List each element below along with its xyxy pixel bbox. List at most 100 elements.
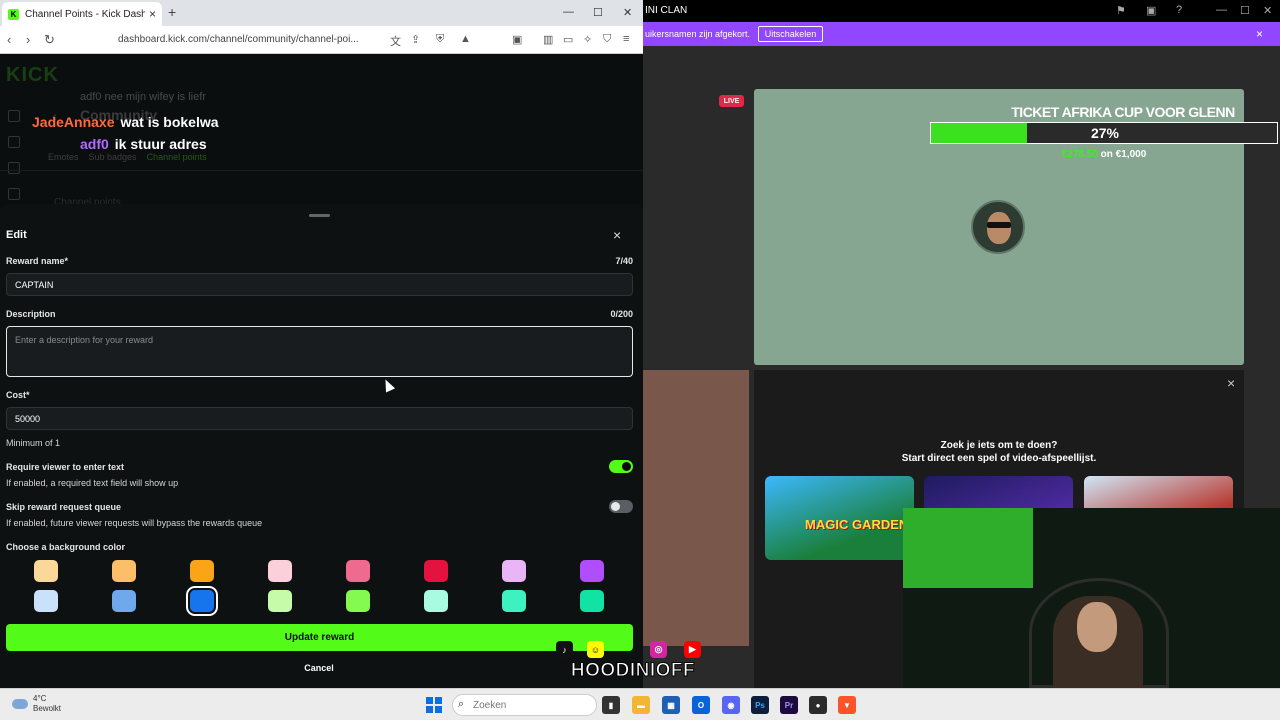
search-icon: ⌕ — [458, 698, 465, 710]
color-swatch[interactable] — [346, 590, 370, 612]
cancel-button[interactable]: Cancel — [280, 660, 358, 676]
windows-start-icon[interactable] — [426, 697, 442, 713]
extension-icon[interactable]: ▣ — [512, 33, 522, 46]
streamer — [1053, 596, 1143, 688]
discord-icon[interactable]: ◉ — [722, 696, 740, 714]
chat-username: adf0 — [80, 136, 109, 152]
share-icon[interactable]: ⇪ — [411, 33, 420, 46]
side-panel — [643, 370, 749, 646]
social-overlay: ♪ ☺ ◎ ▶ HOODINIOFF — [553, 640, 713, 686]
sidebar-trophy-icon[interactable] — [8, 162, 20, 174]
tab-close-icon[interactable]: × — [149, 7, 156, 21]
back-icon[interactable]: ‹ — [7, 32, 11, 47]
color-swatch[interactable] — [268, 560, 292, 582]
color-swatch[interactable] — [346, 560, 370, 582]
close-icon[interactable]: × — [1227, 375, 1235, 391]
weather-widget[interactable]: 4°C Bewolkt — [12, 694, 61, 714]
maximize-icon[interactable]: ☐ — [1240, 4, 1250, 17]
maximize-icon[interactable]: ☐ — [593, 6, 603, 19]
brave-shield-icon[interactable]: ⛨ — [436, 33, 444, 46]
reward-name-input[interactable] — [6, 273, 633, 296]
flag-icon[interactable]: ⚑ — [1116, 4, 1126, 17]
browser-tab[interactable]: K Channel Points - Kick Dashboard × — [2, 2, 162, 26]
goal-progress-bar: 27% — [930, 122, 1278, 144]
banner-close-icon[interactable]: × — [1256, 27, 1263, 41]
color-swatch[interactable] — [190, 560, 214, 582]
chat-line: adf0 ik stuur adres — [32, 134, 219, 156]
color-swatch[interactable] — [112, 590, 136, 612]
instagram-icon: ◎ — [650, 641, 667, 658]
kick-logo: KICK — [6, 64, 59, 86]
live-badge: LIVE — [719, 95, 744, 107]
streamer-handle: HOODINIOFF — [570, 660, 696, 682]
vpn-icon[interactable]: ⛉ — [603, 33, 611, 46]
banner-text: uikersnamen zijn afgekort. — [645, 29, 751, 39]
minimize-icon[interactable]: — — [1216, 4, 1227, 16]
taskbar-search-input[interactable] — [452, 694, 597, 716]
color-swatch[interactable] — [502, 560, 526, 582]
disable-button[interactable]: Uitschakelen — [758, 26, 823, 42]
color-swatch[interactable] — [112, 560, 136, 582]
photoshop-icon[interactable]: Ps — [751, 696, 769, 714]
window-close-icon[interactable]: ✕ — [1263, 4, 1272, 17]
sidebar-download-icon[interactable] — [8, 188, 20, 200]
translate-icon[interactable]: 文 — [390, 33, 401, 49]
skip-queue-toggle[interactable] — [609, 500, 633, 513]
color-swatch[interactable] — [268, 590, 292, 612]
game-card-magic-garden[interactable]: MAGIC GARDEN — [765, 476, 914, 560]
monitor-icon[interactable]: ▣ — [1146, 4, 1156, 17]
color-swatch[interactable] — [424, 560, 448, 582]
sidebar-list-icon[interactable] — [8, 136, 20, 148]
reward-name-label: Reward name* — [6, 256, 69, 266]
update-reward-button[interactable]: Update reward — [6, 624, 633, 651]
minimize-icon[interactable]: — — [563, 6, 574, 18]
help-icon[interactable]: ? — [1176, 4, 1182, 16]
menu-icon[interactable]: ≡ — [623, 33, 629, 45]
bg-color-label: Choose a background color — [6, 542, 126, 552]
brave-browser-icon[interactable]: ▼ — [838, 696, 856, 714]
cloud-icon — [12, 699, 28, 709]
temperature: 4°C — [33, 694, 47, 703]
obs-icon[interactable]: ● — [809, 696, 827, 714]
tab-title: Channel Points - Kick Dashboard — [25, 8, 145, 20]
edit-reward-modal: Edit × Reward name* 7/40 Description 0/2… — [0, 204, 643, 688]
require-text-toggle[interactable] — [609, 460, 633, 473]
cost-hint: Minimum of 1 — [6, 438, 61, 448]
new-tab-button[interactable]: + — [168, 4, 176, 20]
drag-handle[interactable] — [309, 214, 330, 217]
avatar — [971, 200, 1025, 254]
skip-queue-help: If enabled, future viewer requests will … — [6, 518, 263, 528]
reward-name-counter: 7/40 — [615, 256, 633, 266]
sidebar-icon[interactable]: ▥ — [543, 33, 553, 46]
chat-ghost-text: nee mijn wifey is liefr — [104, 91, 206, 103]
color-swatch[interactable] — [580, 590, 604, 612]
wallet-icon[interactable]: ▭ — [563, 33, 573, 46]
sidebar-stream-icon[interactable] — [8, 110, 20, 122]
rewards-icon[interactable]: ▲ — [460, 33, 471, 45]
forward-icon[interactable]: › — [26, 32, 30, 47]
outlook-icon[interactable]: O — [692, 696, 710, 714]
chat-line: JadeAnnaxe wat is bokelwa — [32, 112, 219, 134]
color-swatch[interactable] — [502, 590, 526, 612]
url-field[interactable]: dashboard.kick.com/channel/community/cha… — [118, 31, 383, 49]
store-icon[interactable]: ▦ — [662, 696, 680, 714]
color-swatch[interactable] — [580, 560, 604, 582]
file-explorer-icon[interactable]: ▬ — [632, 696, 650, 714]
description-input[interactable] — [6, 326, 633, 377]
skip-queue-label: Skip reward request queue — [6, 502, 122, 512]
window-close-icon[interactable]: ✕ — [623, 6, 632, 19]
chat-ghost-user: adf0 — [80, 91, 102, 103]
color-swatch[interactable] — [34, 590, 58, 612]
ai-icon[interactable]: ✧ — [583, 33, 592, 46]
color-swatch[interactable] — [186, 586, 218, 616]
premiere-icon[interactable]: Pr — [780, 696, 798, 714]
color-swatch[interactable] — [34, 560, 58, 582]
close-icon[interactable]: × — [613, 227, 621, 243]
task-view-icon[interactable]: ▮ — [602, 696, 620, 714]
cost-input[interactable] — [6, 407, 633, 430]
avatar-face — [987, 212, 1011, 244]
color-swatch[interactable] — [424, 590, 448, 612]
modal-title: Edit — [6, 229, 27, 241]
divider — [0, 170, 643, 171]
reload-icon[interactable]: ↻ — [44, 32, 55, 48]
